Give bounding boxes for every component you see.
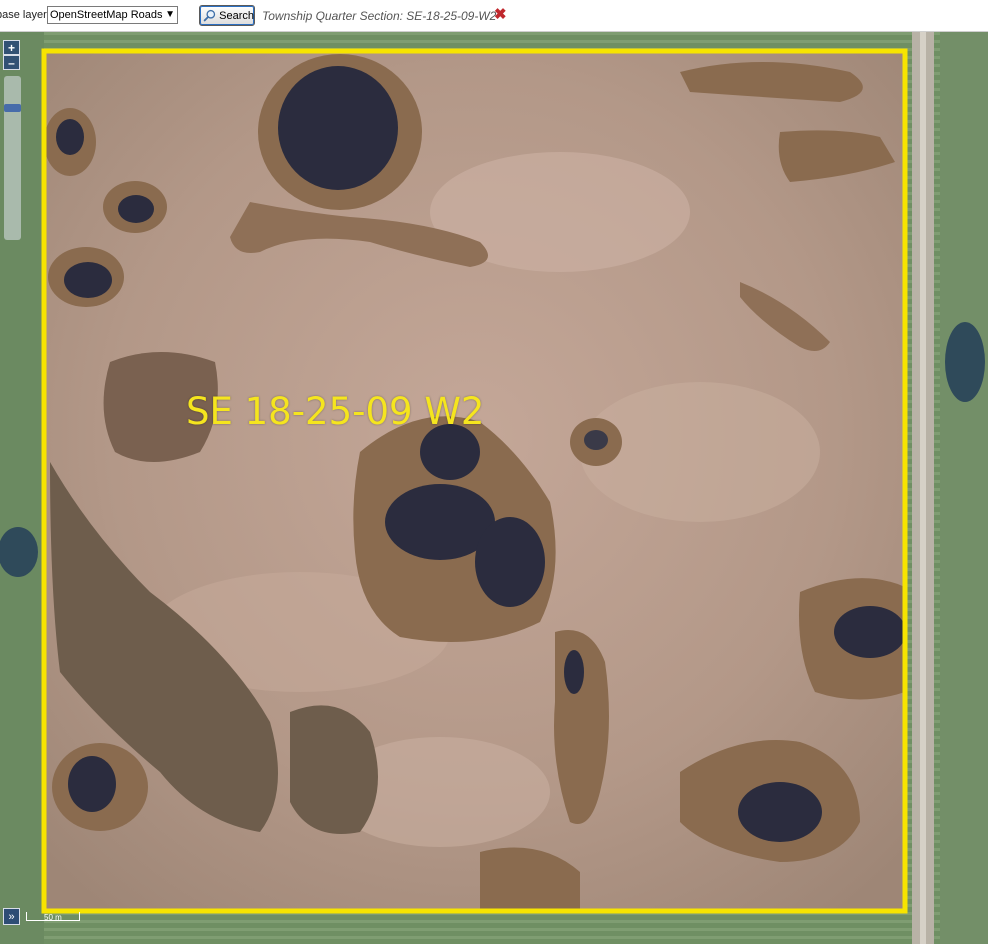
zoom-slider-handle[interactable] xyxy=(4,104,21,112)
base-layer-select[interactable]: OpenStreetMap Roads ▼ xyxy=(47,6,178,24)
close-icon[interactable]: ✖ xyxy=(494,5,507,23)
pond-east-outside xyxy=(945,322,985,402)
scale-label: 50 m xyxy=(44,913,62,922)
base-layer-value: OpenStreetMap Roads xyxy=(50,9,163,21)
zoom-slider-track[interactable] xyxy=(4,76,21,240)
zoom-in-icon[interactable]: + xyxy=(3,40,20,55)
satellite-imagery xyxy=(0,32,988,944)
road-centerline xyxy=(920,32,926,944)
chevron-down-icon: ▼ xyxy=(165,9,175,20)
zoom-out-icon[interactable]: – xyxy=(3,55,20,70)
search-icon xyxy=(203,9,216,22)
search-button-label: Search xyxy=(219,9,254,22)
section-title: Township Quarter Section: SE-18-25-09-W2 xyxy=(262,9,497,23)
search-button[interactable]: Search xyxy=(199,5,255,26)
zoom-control: + – xyxy=(3,38,21,240)
parcel-label: SE 18-25-09 W2 xyxy=(186,390,485,433)
base-layer-label: base layer: xyxy=(0,9,50,21)
east-field xyxy=(940,32,988,944)
toolbar: base layer: OpenStreetMap Roads ▼ Search… xyxy=(0,0,988,32)
map-view[interactable]: SE 18-25-09 W2 + – » 50 m xyxy=(0,32,988,944)
expand-icon[interactable]: » xyxy=(3,908,20,925)
